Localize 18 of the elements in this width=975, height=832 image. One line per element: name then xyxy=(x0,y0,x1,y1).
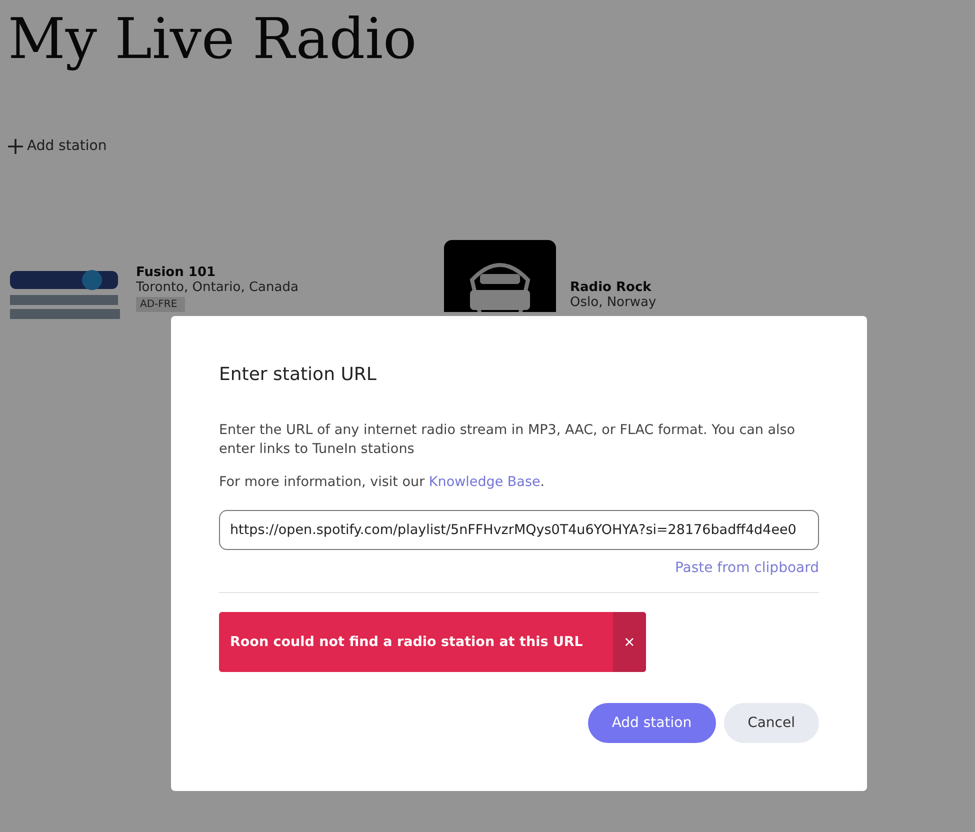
url-field[interactable]: https://open.spotify.com/playlist/5nFFHvzrMQys0T4u6YOHYA?si=28176badff4d4ee0 xyxy=(219,510,819,550)
dialog-title: Enter station URL xyxy=(219,364,378,385)
error-message: Roon could not find a radio station at this URL xyxy=(229,633,584,652)
station-name: Radio Rock xyxy=(570,280,652,294)
station-tag: AD-FRE xyxy=(136,296,186,312)
station-location: Toronto, Ontario, Canada xyxy=(136,280,298,294)
dialog-description: Enter the URL of any internet radio stream in MP3, AAC, or FLAC format. You can also enter links to TuneIn stations xyxy=(219,421,796,459)
add-station-link[interactable]: Add station xyxy=(8,138,107,154)
cancel-button[interactable]: Cancel xyxy=(724,703,819,743)
page-title: My Live Radio xyxy=(8,6,418,74)
close-button[interactable]: × xyxy=(612,612,646,672)
add-station-button[interactable]: Add station xyxy=(588,703,716,743)
paste-link[interactable]: Paste from clipboard xyxy=(674,560,819,576)
station-name: Fusion 101 xyxy=(136,264,216,280)
info-text: For more information, visit our Knowledge Base. xyxy=(219,473,546,492)
plus-icon xyxy=(8,138,23,154)
knowledge-base-link[interactable]: Knowledge Base xyxy=(428,474,540,490)
station-location: Oslo, Norway xyxy=(570,294,656,310)
